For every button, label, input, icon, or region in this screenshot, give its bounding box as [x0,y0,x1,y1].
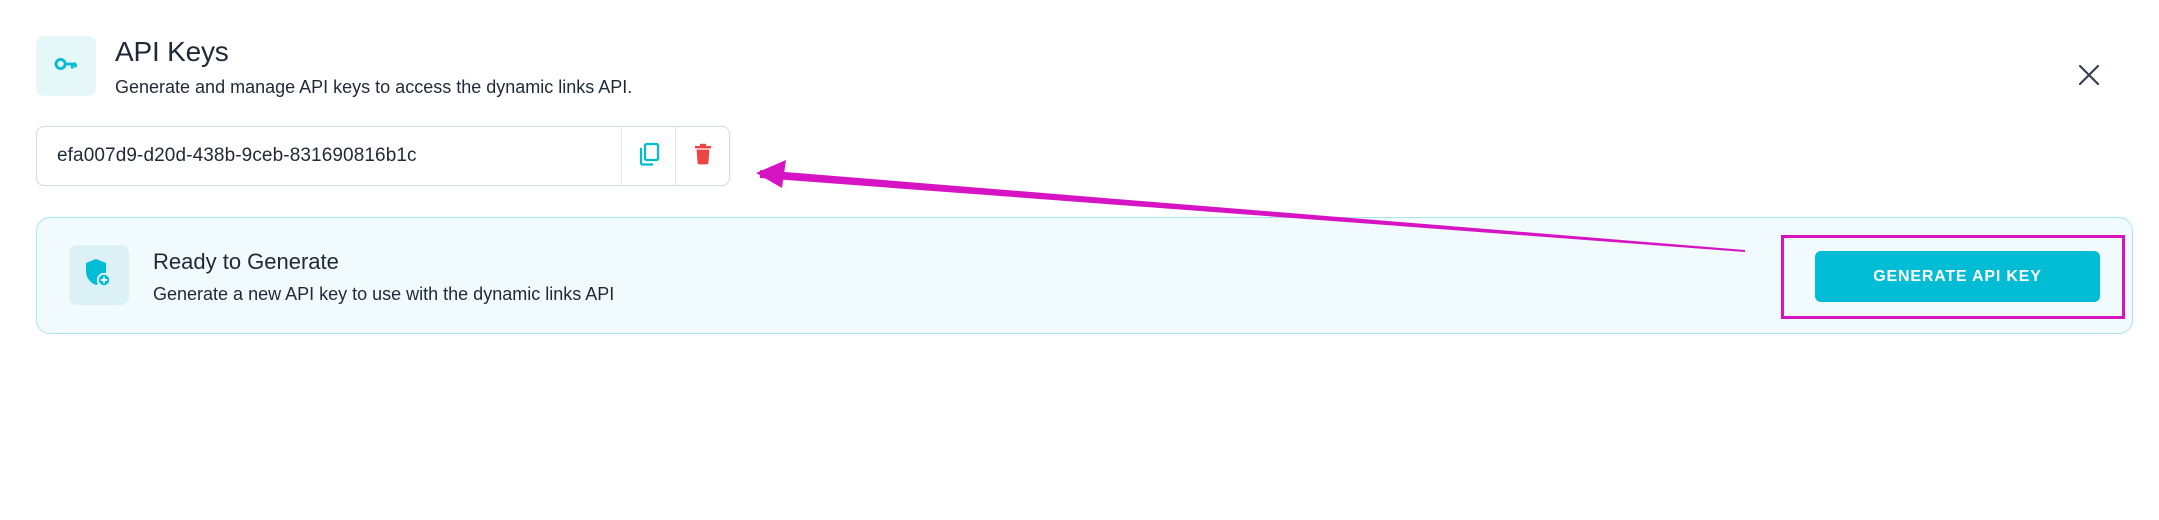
api-key-value[interactable]: efa007d9-d20d-438b-9ceb-831690816b1c [37,127,621,185]
key-icon [53,51,79,82]
copy-key-button[interactable] [621,127,675,185]
api-key-field: efa007d9-d20d-438b-9ceb-831690816b1c [36,126,730,186]
page-subtitle: Generate and manage API keys to access t… [115,77,633,97]
generate-api-key-button[interactable]: GENERATE API KEY [1815,251,2100,302]
ready-to-generate-card: Ready to Generate Generate a new API key… [36,217,2133,334]
page-title: API Keys [115,36,229,67]
shield-plus-icon [84,257,114,294]
copy-icon [638,142,660,171]
delete-key-button[interactable] [675,127,729,185]
shield-icon-tile [69,245,129,305]
close-button[interactable] [2072,60,2106,94]
close-icon [2078,64,2100,91]
ready-subtitle: Generate a new API key to use with the d… [153,284,615,304]
trash-icon [694,143,712,170]
key-icon-tile [36,36,96,96]
ready-title: Ready to Generate [153,249,339,274]
api-keys-dialog: API Keys Generate and manage API keys to… [0,0,2159,520]
